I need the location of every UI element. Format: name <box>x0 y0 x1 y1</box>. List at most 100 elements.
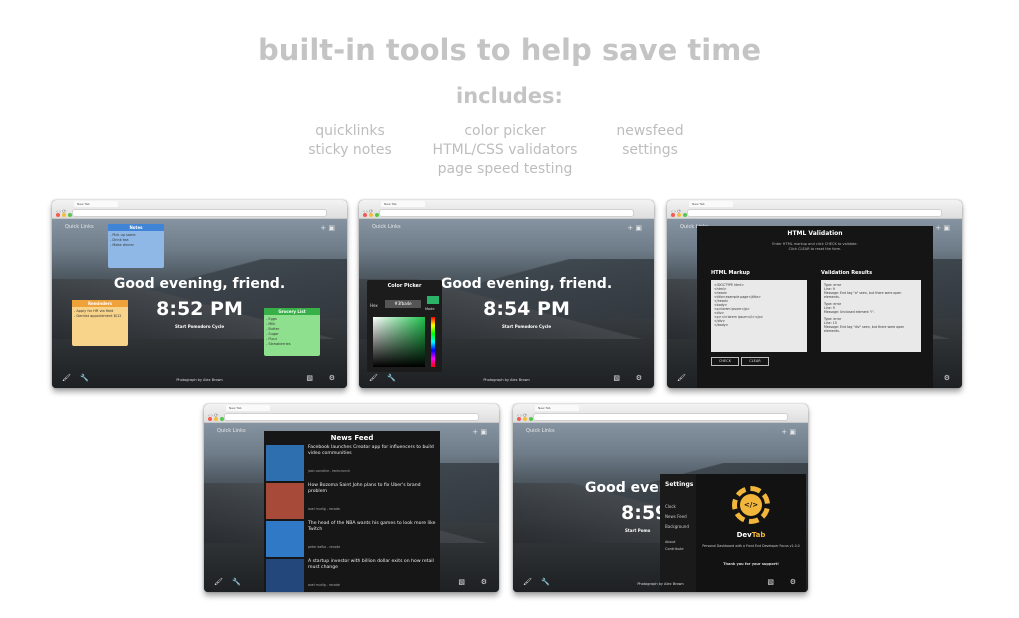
browser-chrome: New Tab ‹›⟳ <box>667 200 962 219</box>
browser-chrome: New Tab ‹›⟳ <box>513 404 808 423</box>
news-source: axel murlig - recode <box>308 583 340 587</box>
image-icon: ▧ <box>767 578 774 586</box>
gear-icon: ⚙ <box>328 374 335 382</box>
news-headline: A startup investor with billion dollar e… <box>308 559 434 570</box>
wrench-icon: 🔧 <box>232 578 241 586</box>
clear-button[interactable]: CLEAR <box>741 357 769 366</box>
screenshot-settings: New Tab ‹›⟳ Quick Links + ▣ Good even 8:… <box>513 404 808 592</box>
nav-arrows-icon: ‹›⟳ <box>671 209 683 215</box>
settings-menu-contribute[interactable]: Contribute <box>665 547 684 551</box>
screenshot-color-picker: New Tab ‹›⟳ Quick Links + ▣ Good evening… <box>359 200 654 388</box>
sticky-note-orange: Reminders - Apply for HR via field - Den… <box>72 300 128 346</box>
photo-credit: Photograph by Alex Brown <box>483 378 530 382</box>
news-thumbnail <box>266 483 304 519</box>
result-line: Message: End tag "div" seen, but there w… <box>824 325 905 333</box>
sticky-note-blue: Notes - Pick up some - Drink tea - Make … <box>108 224 164 268</box>
greeting: Good even <box>585 480 669 496</box>
news-source: josh constine - techcrunch <box>308 469 351 473</box>
html-validation-panel: HTML Validation Enter HTML markup and cl… <box>697 226 933 388</box>
add-note-icon: + ▣ <box>627 224 642 232</box>
feature-list-2: color picker HTML/CSS validators page sp… <box>420 122 590 179</box>
brush-icon: 🖌 <box>523 578 532 586</box>
image-icon: ▧ <box>613 374 620 382</box>
wrench-icon: 🔧 <box>80 374 89 382</box>
brand-part: Tab <box>751 531 766 539</box>
wrench-icon: 🔧 <box>387 374 396 382</box>
code-icon: </> <box>740 494 762 516</box>
hue-slider[interactable] <box>431 317 435 367</box>
brush-icon: 🖌 <box>214 578 223 586</box>
nav-arrows-icon: ‹›⟳ <box>517 413 529 419</box>
add-note-icon: + ▣ <box>781 428 796 436</box>
check-button[interactable]: CHECK <box>711 357 739 366</box>
gear-icon: ⚙ <box>943 374 950 382</box>
settings-menu-about[interactable]: About <box>665 540 675 544</box>
feature-settings: settings <box>622 142 678 158</box>
thanks-text: Thank you for your support! <box>723 562 779 566</box>
news-item[interactable]: A startup investor with billion dollar e… <box>266 559 438 592</box>
feature-newsfeed: newsfeed <box>616 123 684 139</box>
quick-links: Quick Links <box>65 224 94 230</box>
screenshot-html-validation: New Tab ‹›⟳ Quick Links + ▣ HTML Validat… <box>667 200 962 388</box>
results-label: Validation Results <box>821 270 873 276</box>
screenshot-news-feed: New Tab ‹›⟳ Quick Links + ▣ News Feed Fa… <box>204 404 499 592</box>
address-bar <box>72 209 327 217</box>
browser-tab: New Tab <box>226 405 270 411</box>
news-headline: The head of the NBA wants his games to l… <box>308 521 436 532</box>
settings-menu-news-feed[interactable]: News Feed <box>665 514 687 519</box>
image-icon: ▧ <box>458 578 465 586</box>
results-output: Type: error Line: 9 Message: End tag "a"… <box>821 280 921 352</box>
markup-label: HTML Markup <box>711 270 750 276</box>
settings-sidebar <box>660 474 696 592</box>
news-headline: How Bozoma Saint John plans to fix Uber'… <box>308 483 421 494</box>
pomodoro-link: Start Pomo <box>625 528 651 533</box>
instructions: Enter HTML markup and click CHECK to val… <box>697 242 933 251</box>
sticky-note-green: Grocery List - Eggs - Milk - Butter - Su… <box>264 308 320 356</box>
color-swatch <box>427 296 439 304</box>
quick-links: Quick Links <box>526 428 555 434</box>
gear-icon: ⚙ <box>789 578 796 586</box>
settings-panel: Settings Clock News Feed Background Abou… <box>660 474 806 592</box>
note-line: - Make dinner <box>110 243 134 247</box>
address-bar <box>379 209 634 217</box>
mode-button[interactable]: Mode <box>425 307 435 311</box>
image-icon: ▧ <box>306 374 313 382</box>
color-picker-panel: Color Picker Hex #3fba4e Mode <box>367 280 442 372</box>
nav-arrows-icon: ‹›⟳ <box>56 209 68 215</box>
quick-links: Quick Links <box>372 224 401 230</box>
markup-textarea[interactable]: <!DOCTYPE html> <html> <head> <title>exa… <box>711 280 807 352</box>
news-thumbnail <box>266 559 304 592</box>
news-feed-panel: News Feed Facebook launches Creator app … <box>264 431 440 592</box>
add-note-icon: + ▣ <box>472 428 487 436</box>
note-title: Grocery List <box>264 308 320 315</box>
hex-input[interactable]: #3fba4e <box>385 300 421 308</box>
news-thumbnail <box>266 445 304 481</box>
headline: built-in tools to help save time <box>257 33 762 67</box>
news-item[interactable]: The head of the NBA wants his games to l… <box>266 521 438 559</box>
wrench-icon: 🔧 <box>541 578 550 586</box>
address-bar <box>533 413 788 421</box>
browser-tab: New Tab <box>74 201 118 207</box>
note-title: Notes <box>108 224 164 231</box>
panel-title: Color Picker <box>387 283 422 289</box>
feature-page-speed: page speed testing <box>437 161 573 177</box>
brand-description: Personal Dashboard with a Front End Deve… <box>702 544 800 548</box>
news-thumbnail <box>266 521 304 557</box>
nav-arrows-icon: ‹›⟳ <box>363 209 375 215</box>
brush-icon: 🖌 <box>369 374 378 382</box>
feature-list-1: quicklinks sticky notes <box>300 122 400 160</box>
news-item[interactable]: Facebook launches Creator app for influe… <box>266 445 438 483</box>
panel-title: Settings <box>665 481 694 488</box>
settings-menu-clock[interactable]: Clock <box>665 504 676 509</box>
brush-icon: 🖌 <box>62 374 71 382</box>
news-headline: Facebook launches Creator app for influe… <box>308 445 434 456</box>
browser-tab: New Tab <box>381 201 425 207</box>
address-bar <box>224 413 479 421</box>
gear-icon: ⚙ <box>635 374 642 382</box>
instruction-line: Click CLEAR to reset the form. <box>788 246 842 251</box>
browser-chrome: New Tab ‹›⟳ <box>359 200 654 219</box>
saturation-area[interactable] <box>373 317 425 367</box>
settings-menu-background[interactable]: Background <box>665 524 689 529</box>
news-item[interactable]: How Bozoma Saint John plans to fix Uber'… <box>266 483 438 521</box>
address-bar <box>687 209 942 217</box>
